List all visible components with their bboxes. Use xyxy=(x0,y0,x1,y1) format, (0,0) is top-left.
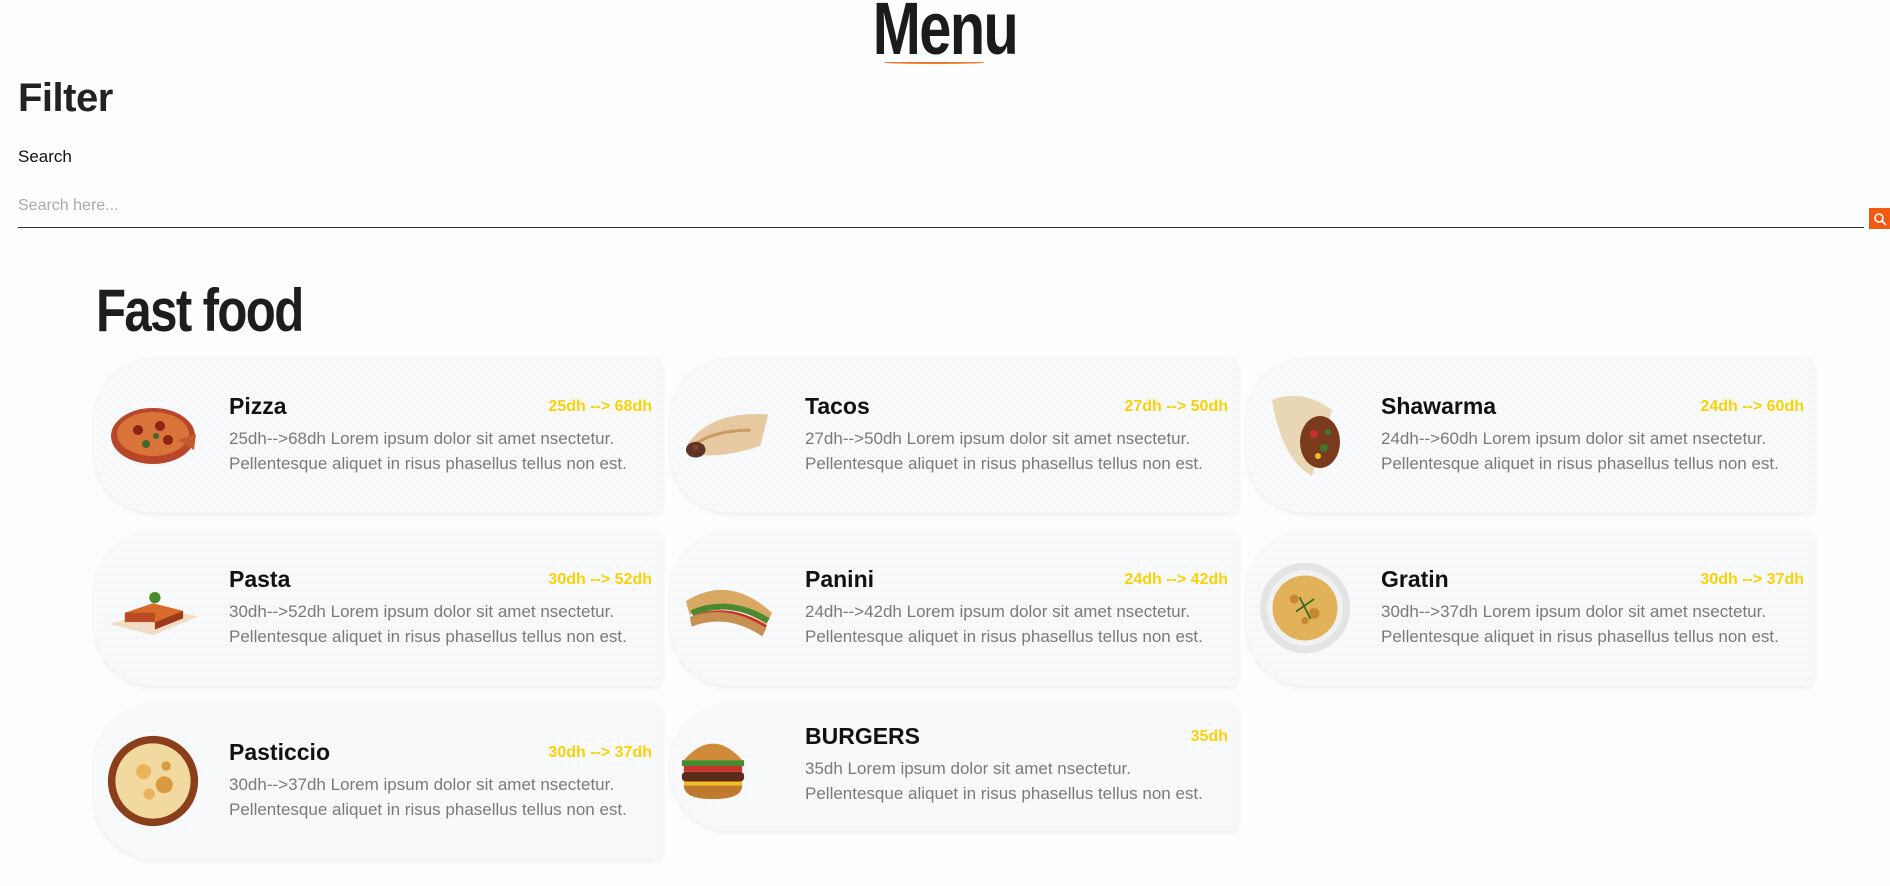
item-description: 27dh-->50dh Lorem ipsum dolor sit amet n… xyxy=(805,426,1225,476)
description-line: Pellentesque aliquet in risus phasellus … xyxy=(229,454,627,473)
item-name: Shawarma xyxy=(1381,393,1497,419)
description-line: 24dh-->42dh Lorem ipsum dolor sit amet n… xyxy=(805,602,1191,621)
item-description: 24dh-->42dh Lorem ipsum dolor sit amet n… xyxy=(805,599,1225,649)
item-description: 35dh Lorem ipsum dolor sit amet nsectetu… xyxy=(805,756,1225,806)
gratin-image xyxy=(1258,561,1352,655)
item-price: 27dh --> 50dh xyxy=(1124,398,1228,415)
description-line: Pellentesque aliquet in risus phasellus … xyxy=(1381,627,1779,646)
panini-image xyxy=(682,561,776,655)
filter-heading: Filter xyxy=(18,76,113,120)
item-name: Pizza xyxy=(229,393,287,419)
search-label: Search xyxy=(18,147,72,166)
search-input[interactable] xyxy=(18,184,1864,228)
tacos-image xyxy=(682,388,776,482)
menu-item-card[interactable]: Pasticcio 30dh --> 37dh 30dh-->37dh Lore… xyxy=(94,703,662,859)
section-title: Fast food xyxy=(96,277,304,344)
shawarma-image xyxy=(1258,388,1352,482)
description-line: Pellentesque aliquet in risus phasellus … xyxy=(229,627,627,646)
search-icon xyxy=(1873,212,1887,226)
description-line: 30dh-->37dh Lorem ipsum dolor sit amet n… xyxy=(229,775,615,794)
search-button[interactable] xyxy=(1869,208,1890,229)
item-name: Gratin xyxy=(1381,566,1449,592)
menu-item-card[interactable]: Shawarma 24dh --> 60dh 24dh-->60dh Lorem… xyxy=(1246,357,1814,513)
menu-item-card[interactable]: Pasta 30dh --> 52dh 30dh-->52dh Lorem ip… xyxy=(94,530,662,686)
burger-image xyxy=(678,719,748,813)
item-description: 30dh-->52dh Lorem ipsum dolor sit amet n… xyxy=(229,599,649,649)
item-price: 24dh --> 42dh xyxy=(1124,571,1228,588)
item-name: Pasta xyxy=(229,566,291,592)
description-line: 27dh-->50dh Lorem ipsum dolor sit amet n… xyxy=(805,429,1191,448)
pasta-image xyxy=(106,561,200,655)
item-price: 30dh --> 37dh xyxy=(548,744,652,761)
description-line: 35dh Lorem ipsum dolor sit amet nsectetu… xyxy=(805,759,1131,778)
title-underline xyxy=(884,61,984,64)
menu-item-card[interactable]: Pizza 25dh --> 68dh 25dh-->68dh Lorem ip… xyxy=(94,357,662,513)
item-price: 25dh --> 68dh xyxy=(548,398,652,415)
item-name: Tacos xyxy=(805,393,870,419)
item-price: 35dh xyxy=(1190,728,1228,745)
menu-item-card[interactable]: Panini 24dh --> 42dh 24dh-->42dh Lorem i… xyxy=(670,530,1238,686)
pizza-image xyxy=(106,388,200,482)
item-name: Pasticcio xyxy=(229,739,330,765)
item-description: 30dh-->37dh Lorem ipsum dolor sit amet n… xyxy=(1381,599,1801,649)
description-line: 30dh-->37dh Lorem ipsum dolor sit amet n… xyxy=(1381,602,1767,621)
item-price: 24dh --> 60dh xyxy=(1700,398,1804,415)
item-name: BURGERS xyxy=(805,723,921,749)
description-line: 30dh-->52dh Lorem ipsum dolor sit amet n… xyxy=(229,602,615,621)
item-price: 30dh --> 52dh xyxy=(548,571,652,588)
description-line: Pellentesque aliquet in risus phasellus … xyxy=(805,627,1203,646)
menu-item-card[interactable]: BURGERS 35dh 35dh Lorem ipsum dolor sit … xyxy=(670,703,1238,831)
menu-item-card[interactable]: Tacos 27dh --> 50dh 27dh-->50dh Lorem ip… xyxy=(670,357,1238,513)
item-description: 25dh-->68dh Lorem ipsum dolor sit amet n… xyxy=(229,426,649,476)
item-description: 30dh-->37dh Lorem ipsum dolor sit amet n… xyxy=(229,772,649,822)
description-line: Pellentesque aliquet in risus phasellus … xyxy=(229,800,627,819)
description-line: 25dh-->68dh Lorem ipsum dolor sit amet n… xyxy=(229,429,615,448)
item-name: Panini xyxy=(805,566,875,592)
description-line: 24dh-->60dh Lorem ipsum dolor sit amet n… xyxy=(1381,429,1767,448)
description-line: Pellentesque aliquet in risus phasellus … xyxy=(805,454,1203,473)
menu-item-card[interactable]: Gratin 30dh --> 37dh 30dh-->37dh Lorem i… xyxy=(1246,530,1814,686)
pasticcio-image xyxy=(106,734,200,828)
description-line: Pellentesque aliquet in risus phasellus … xyxy=(1381,454,1779,473)
item-description: 24dh-->60dh Lorem ipsum dolor sit amet n… xyxy=(1381,426,1801,476)
item-price: 30dh --> 37dh xyxy=(1700,571,1804,588)
description-line: Pellentesque aliquet in risus phasellus … xyxy=(805,784,1203,803)
